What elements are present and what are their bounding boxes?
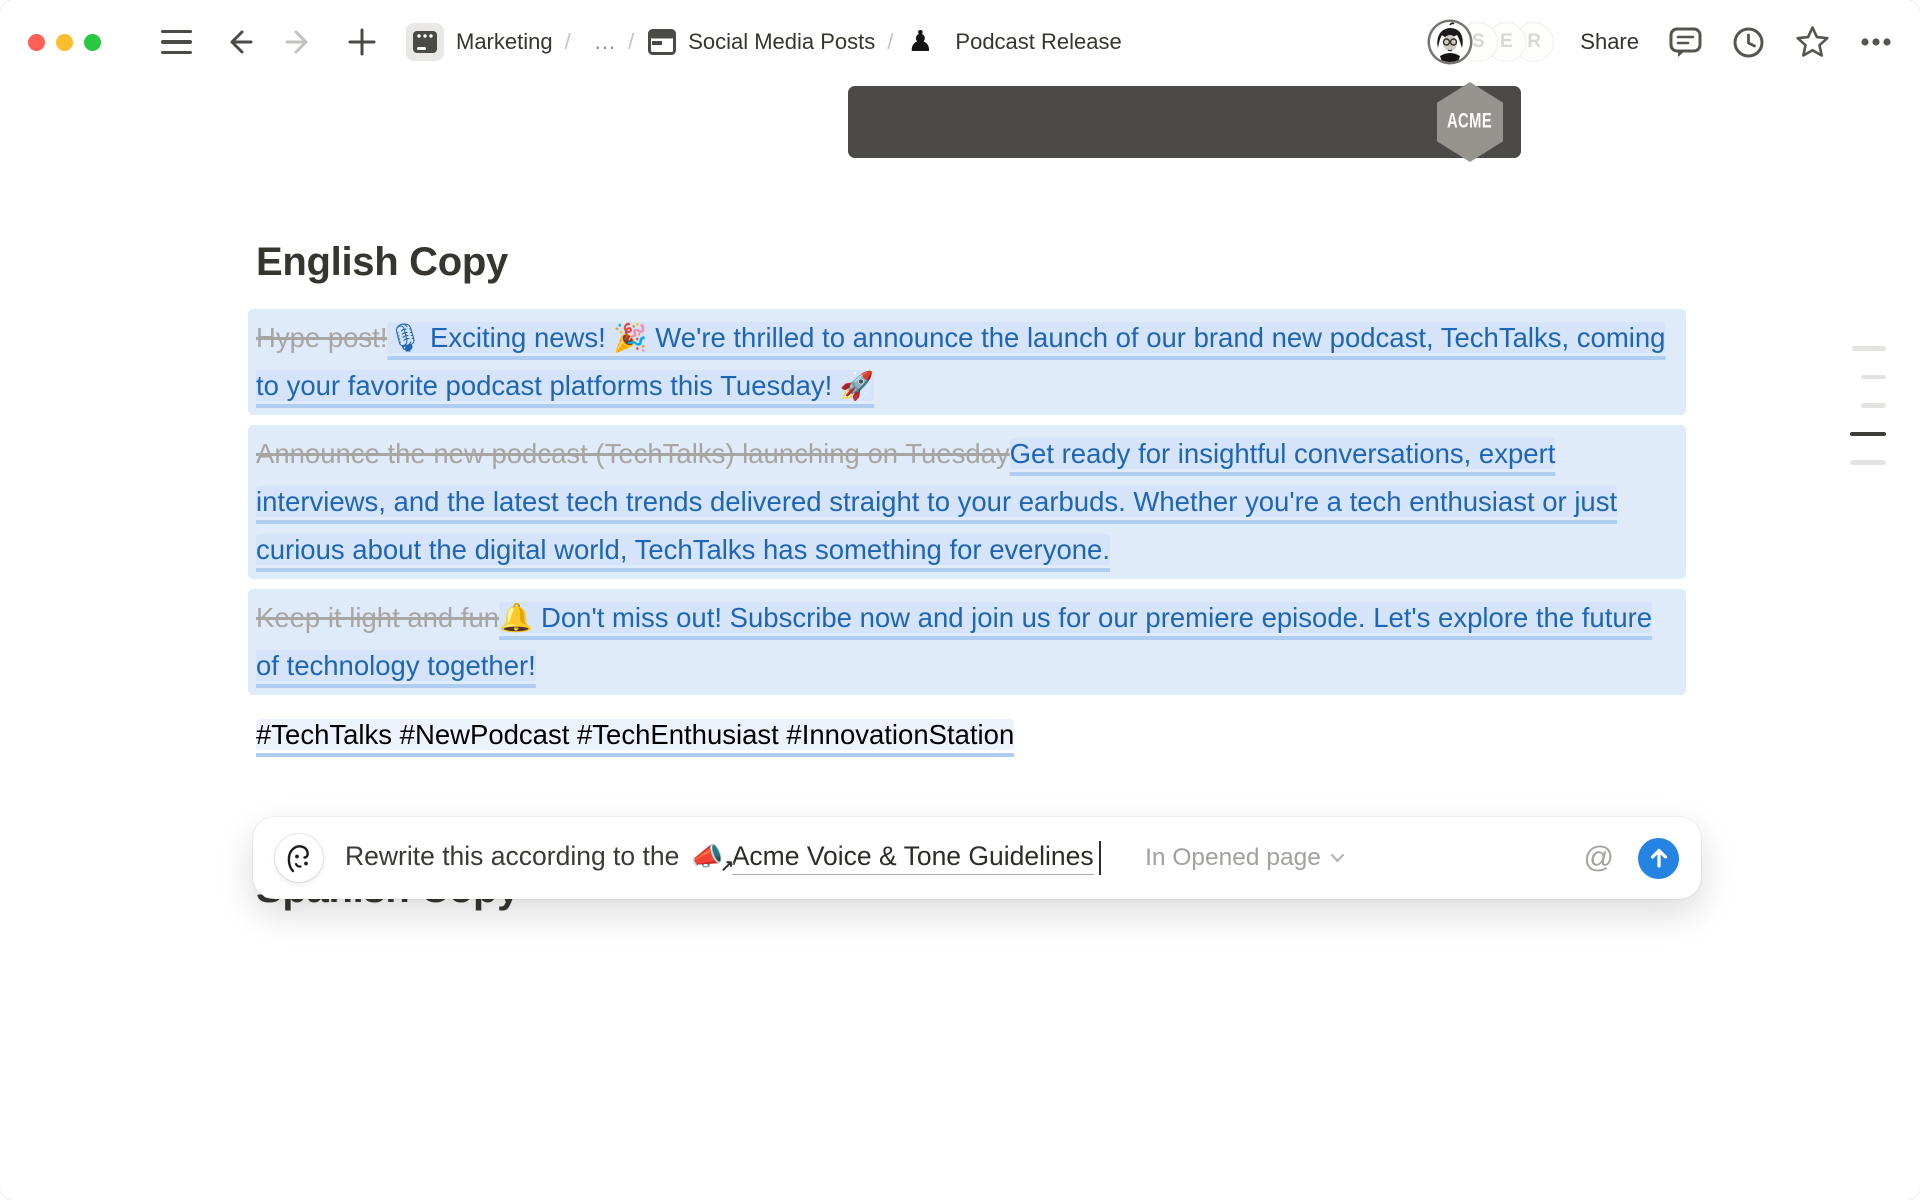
breadcrumb-separator: / [887, 29, 893, 55]
scope-selector[interactable]: In Opened page [1145, 844, 1345, 872]
arrow-up-icon [1649, 847, 1669, 869]
deleted-text: Announce the new podcast (TechTalks) lau… [256, 438, 1010, 469]
ai-prompt-input[interactable]: Rewrite this according to the 📣 ↗ Acme V… [345, 841, 1101, 875]
sidebar-toggle-icon[interactable] [161, 30, 192, 55]
outline-item[interactable] [1861, 375, 1886, 380]
paragraph-block[interactable]: Keep it light and fun🔔 Don't miss out! S… [248, 589, 1686, 695]
ai-bar-actions: @ [1584, 838, 1679, 879]
breadcrumb-collapsed-items[interactable]: ... [595, 29, 616, 55]
toolbar-right: S E R Share [1430, 22, 1892, 62]
acme-logo-badge: ACME [1437, 82, 1503, 162]
toolbar: Marketing / ... / Social Media Posts / ♟… [0, 0, 1920, 84]
mention-button[interactable]: @ [1584, 843, 1614, 873]
arrow-left-icon [222, 26, 254, 58]
ellipsis-icon [1860, 37, 1892, 47]
forward-button[interactable] [284, 26, 316, 58]
breadcrumb-item-marketing[interactable]: Marketing [456, 29, 553, 55]
new-tab-button[interactable] [346, 26, 378, 58]
window-controls [28, 34, 101, 51]
avatar[interactable] [1430, 22, 1470, 62]
acme-logo-text: ACME [1447, 110, 1492, 134]
prompt-text: Rewrite this according to the [345, 841, 679, 872]
scope-label: In Opened page [1145, 844, 1321, 872]
outline-item[interactable] [1850, 460, 1886, 465]
send-button[interactable] [1638, 838, 1679, 879]
deleted-text: Keep it light and fun [256, 602, 499, 633]
heading-english-copy[interactable]: English Copy [256, 240, 1678, 285]
teamspace-icon[interactable] [406, 23, 444, 61]
page-mention-acme-guidelines[interactable]: Acme Voice & Tone Guidelines [732, 841, 1094, 875]
chevron-down-icon [1330, 853, 1345, 863]
comment-icon [1669, 26, 1702, 58]
paragraph-block[interactable]: Announce the new podcast (TechTalks) lau… [248, 425, 1686, 579]
text-cursor [1099, 841, 1102, 875]
toolbar-icons [1669, 25, 1892, 59]
breadcrumb: Marketing / ... / Social Media Posts / ♟… [378, 23, 1122, 61]
pawn-page-icon: ♟ [907, 28, 933, 57]
comments-button[interactable] [1669, 26, 1702, 58]
suggested-text: 🎙 Exciting news! 🎉 We're thrilled to ann… [256, 322, 1665, 401]
favorite-button[interactable] [1795, 25, 1830, 59]
share-button[interactable]: Share [1580, 29, 1639, 55]
notion-ai-face-icon [275, 834, 323, 882]
presence-avatar-stack: S E R [1430, 22, 1554, 62]
minimize-window-button[interactable] [56, 34, 73, 51]
breadcrumb-item-podcast-release[interactable]: Podcast Release [955, 29, 1121, 55]
hashtags-text: #TechTalks #NewPodcast #TechEnthusiast #… [256, 719, 1014, 750]
page-outline-indicator [1848, 346, 1886, 465]
star-icon [1795, 25, 1830, 59]
outline-item-active[interactable] [1850, 432, 1886, 437]
back-button[interactable] [222, 26, 254, 58]
updates-button[interactable] [1732, 26, 1765, 59]
user-portrait-icon [1430, 22, 1470, 62]
outline-item[interactable] [1861, 403, 1886, 408]
outline-item[interactable] [1852, 346, 1886, 351]
page-content: English Copy Hype post!🎙 Exciting news! … [256, 240, 1678, 759]
megaphone-icon: 📣 ↗ [691, 841, 723, 872]
marketing-teamspace-icon [413, 31, 437, 53]
app-window: Marketing / ... / Social Media Posts / ♟… [0, 0, 1920, 1200]
more-options-button[interactable] [1860, 37, 1892, 47]
link-arrow-icon: ↗ [720, 856, 733, 876]
breadcrumb-separator: / [565, 29, 571, 55]
zoom-window-button[interactable] [84, 34, 101, 51]
close-window-button[interactable] [28, 34, 45, 51]
ai-prompt-bar[interactable]: Rewrite this according to the 📣 ↗ Acme V… [253, 817, 1701, 899]
breadcrumb-separator: / [628, 29, 634, 55]
page-cover-image: ACME [848, 86, 1521, 158]
hashtags-block[interactable]: #TechTalks #NewPodcast #TechEnthusiast #… [248, 711, 1686, 759]
clock-icon [1732, 26, 1765, 59]
breadcrumb-item-social-media-posts[interactable]: Social Media Posts [688, 29, 875, 55]
deleted-text: Hype post! [256, 322, 387, 353]
arrow-right-icon [284, 26, 316, 58]
plus-icon [346, 26, 378, 58]
board-icon [648, 29, 676, 55]
paragraph-block[interactable]: Hype post!🎙 Exciting news! 🎉 We're thril… [248, 309, 1686, 415]
